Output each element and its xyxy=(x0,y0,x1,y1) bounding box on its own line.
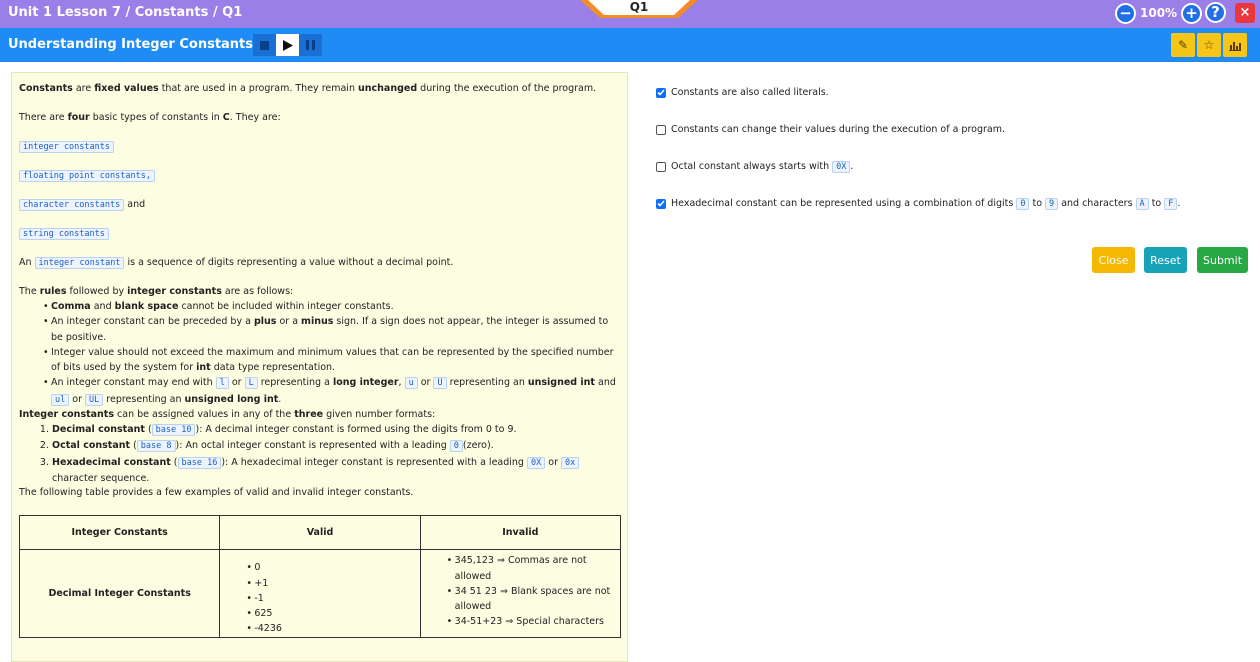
checkbox-unchecked[interactable] xyxy=(656,124,666,135)
type-integer: integer constants xyxy=(19,140,620,154)
invalid-example: 34-51+23 ⇒ Special characters xyxy=(447,614,614,630)
close-button[interactable]: Close xyxy=(1092,247,1135,273)
reset-button[interactable]: Reset xyxy=(1144,247,1187,273)
row-label: Decimal Integer Constants xyxy=(18,549,221,638)
rules-list: Comma and blank space cannot be included… xyxy=(43,299,620,408)
zoom-out-button[interactable]: − xyxy=(1115,2,1136,24)
rules-intro: The rules followed by integer constants … xyxy=(19,286,294,297)
check-icon xyxy=(657,89,665,96)
valid-example: 625 xyxy=(246,606,413,622)
tab-q1[interactable]: Q1 xyxy=(580,0,698,19)
option-2[interactable]: Constants can change their values during… xyxy=(656,124,1005,135)
zoom-control: − 100% + xyxy=(1115,2,1203,24)
check-icon xyxy=(657,200,665,207)
table-intro: The following table provides a few examp… xyxy=(19,487,414,499)
option-label: Octal constant always starts with 0X. xyxy=(671,161,854,173)
checkbox-checked[interactable] xyxy=(656,198,666,209)
type-string: string constants xyxy=(19,227,620,241)
breadcrumb: Unit 1 Lesson 7 / Constants / Q1 xyxy=(8,5,243,20)
table-row: Decimal Integer Constants 0 +1 -1 625 -4… xyxy=(18,549,622,638)
valid-cell: 0 +1 -1 625 -4236 xyxy=(219,549,421,638)
column-header: Integer Constants xyxy=(18,515,221,551)
rule-item: Integer value should not exceed the maxi… xyxy=(43,345,620,376)
invalid-example: 345,123 ⇒ Commas are not allowed xyxy=(447,553,614,584)
content-panel: Constants are fixed values that are used… xyxy=(11,72,628,662)
option-1[interactable]: Constants are also called literals. xyxy=(656,87,829,98)
invalid-cell: 345,123 ⇒ Commas are not allowed 34 51 2… xyxy=(419,549,622,638)
rule-item: An integer constant may end with l or L … xyxy=(43,375,620,408)
examples-table: Integer Constants Valid Invalid Decimal … xyxy=(18,515,622,638)
close-window-button[interactable]: × xyxy=(1235,3,1255,23)
rule-item: Comma and blank space cannot be included… xyxy=(43,299,620,315)
valid-example: -1 xyxy=(246,591,413,607)
types-text: There are four basic types of constants … xyxy=(19,112,281,123)
type-floating: floating point constants, xyxy=(19,169,620,183)
format-item: Decimal constant (base 10): A decimal in… xyxy=(52,422,620,438)
top-bar: Unit 1 Lesson 7 / Constants / Q1 Q1 − 10… xyxy=(0,0,1260,28)
star-button[interactable]: ☆ xyxy=(1197,33,1221,57)
valid-example: -4236 xyxy=(246,621,413,637)
definition-text: An integer constant is a sequence of dig… xyxy=(19,257,454,269)
bar-chart-icon xyxy=(1229,41,1241,51)
zoom-level: 100% xyxy=(1140,6,1178,20)
help-button[interactable]: ? xyxy=(1205,2,1226,23)
stop-button[interactable] xyxy=(253,34,276,56)
pause-icon xyxy=(306,40,315,50)
intro-text: Constants are fixed values that are used… xyxy=(19,83,597,94)
valid-example: 0 xyxy=(246,560,413,576)
column-header: Valid xyxy=(219,515,421,551)
pause-button[interactable] xyxy=(299,34,322,56)
format-item: Hexadecimal constant (base 16): A hexade… xyxy=(52,455,620,487)
type-character: character constants and xyxy=(19,198,620,212)
column-header: Invalid xyxy=(419,515,622,551)
star-icon: ☆ xyxy=(1203,38,1215,52)
lesson-header: Understanding Integer Constants ✎ ☆ xyxy=(0,28,1260,62)
valid-example: +1 xyxy=(246,576,413,592)
pencil-button[interactable]: ✎ xyxy=(1171,33,1195,57)
toolbar: ✎ ☆ xyxy=(1171,33,1247,57)
rule-item: An integer constant can be preceded by a… xyxy=(43,314,620,345)
checkbox-checked[interactable] xyxy=(656,87,666,98)
option-4[interactable]: Hexadecimal constant can be represented … xyxy=(656,198,1181,210)
option-label: Hexadecimal constant can be represented … xyxy=(671,198,1181,210)
table-header-row: Integer Constants Valid Invalid xyxy=(18,515,622,551)
option-3[interactable]: Octal constant always starts with 0X. xyxy=(656,161,854,173)
stop-icon xyxy=(260,40,269,50)
media-controls xyxy=(253,34,323,56)
lesson-title: Understanding Integer Constants xyxy=(8,37,254,52)
checkbox-unchecked[interactable] xyxy=(656,161,666,172)
submit-button[interactable]: Submit xyxy=(1197,247,1248,273)
tab-q1-label: Q1 xyxy=(629,0,649,14)
formats-intro: Integer constants can be assigned values… xyxy=(19,409,436,421)
option-label: Constants are also called literals. xyxy=(671,87,829,98)
chart-button[interactable] xyxy=(1223,33,1247,57)
invalid-example: 34 51 23 ⇒ Blank spaces are not allowed xyxy=(447,584,614,615)
formats-list: Decimal constant (base 10): A decimal in… xyxy=(52,422,620,486)
option-label: Constants can change their values during… xyxy=(671,124,1005,135)
pencil-icon: ✎ xyxy=(1177,38,1189,52)
format-item: Octal constant (base 8): An octal intege… xyxy=(52,438,620,454)
zoom-in-button[interactable]: + xyxy=(1181,2,1203,24)
play-icon xyxy=(282,39,293,51)
play-button[interactable] xyxy=(276,34,299,56)
